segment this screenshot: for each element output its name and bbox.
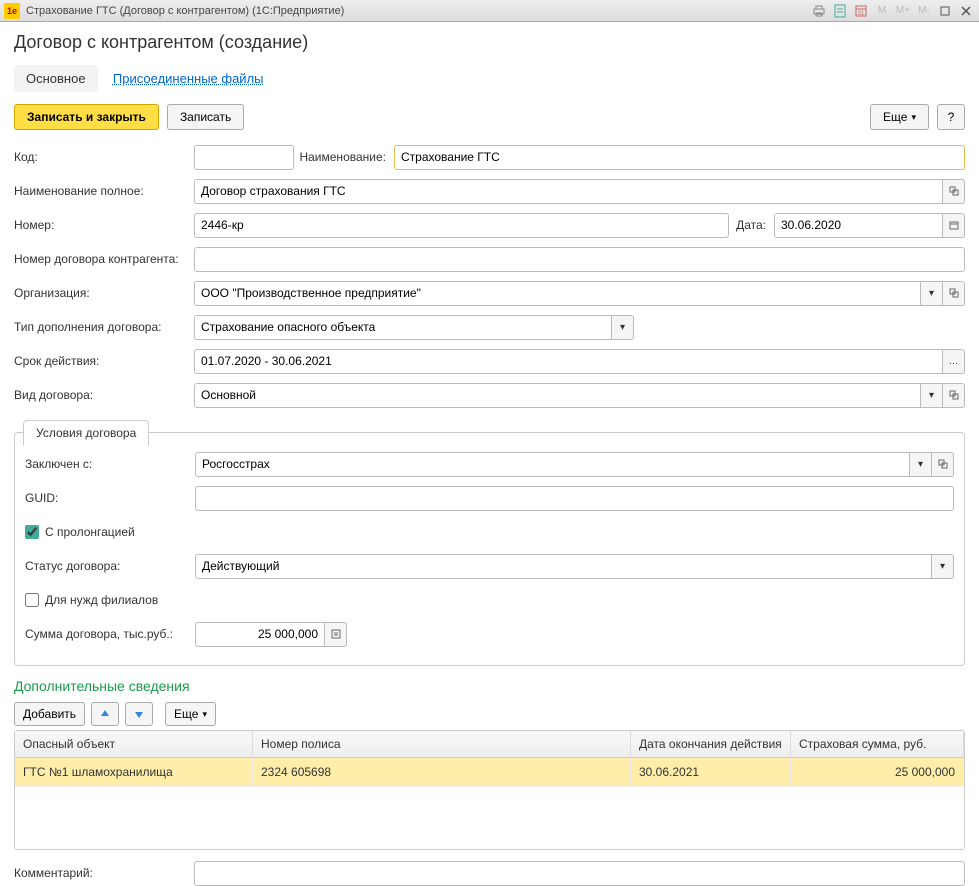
- ellipsis-icon[interactable]: …: [943, 349, 965, 374]
- main-toolbar: Записать и закрыть Записать Еще▾ ?: [14, 104, 965, 130]
- nav-tabs: Основное Присоединенные файлы: [14, 65, 965, 92]
- branches-label: Для нужд филиалов: [45, 593, 158, 607]
- conditions-tab-panel: Условия договора Заключен с: ▾ GUID: С п…: [14, 432, 965, 666]
- conditions-tab-header[interactable]: Условия договора: [23, 420, 149, 446]
- grid-header: Опасный объект Номер полиса Дата окончан…: [15, 731, 964, 758]
- contract-kind-label: Вид договора:: [14, 388, 194, 402]
- sum-label: Сумма договора, тыс.руб.:: [25, 627, 195, 641]
- more-button[interactable]: Еще▾: [870, 104, 929, 130]
- col-policy[interactable]: Номер полиса: [253, 731, 631, 757]
- code-input[interactable]: [194, 145, 294, 170]
- number-input[interactable]: [194, 213, 729, 238]
- name-label: Наименование:: [294, 150, 394, 164]
- guid-input[interactable]: [195, 486, 954, 511]
- chevron-down-icon: ▾: [202, 709, 207, 720]
- number-label: Номер:: [14, 218, 194, 232]
- org-input[interactable]: [194, 281, 921, 306]
- prolongation-label: С пролонгацией: [45, 525, 135, 539]
- cell-policy: 2324 605698: [253, 758, 631, 786]
- print-icon[interactable]: [810, 3, 828, 19]
- help-button[interactable]: ?: [937, 104, 965, 130]
- status-label: Статус договора:: [25, 559, 195, 573]
- open-icon[interactable]: [943, 179, 965, 204]
- chevron-down-icon: ▾: [911, 112, 916, 123]
- contract-kind-input[interactable]: [194, 383, 921, 408]
- tab-attached-files[interactable]: Присоединенные файлы: [101, 65, 276, 92]
- org-label: Организация:: [14, 286, 194, 300]
- open-icon[interactable]: [943, 281, 965, 306]
- window-titlebar: 1e Страхование ГТС (Договор с контрагент…: [0, 0, 979, 22]
- col-expiry[interactable]: Дата окончания действия: [631, 731, 791, 757]
- validity-input[interactable]: [194, 349, 943, 374]
- calendar-picker-icon[interactable]: [943, 213, 965, 238]
- sum-input[interactable]: [195, 622, 325, 647]
- comment-label: Комментарий:: [14, 866, 194, 880]
- table-row[interactable]: ГТС №1 шламохранилища 2324 605698 30.06.…: [15, 758, 964, 787]
- counterparty-number-input[interactable]: [194, 247, 965, 272]
- more-grid-button[interactable]: Еще▾: [165, 702, 216, 726]
- open-icon[interactable]: [932, 452, 954, 477]
- full-name-input[interactable]: [194, 179, 943, 204]
- move-up-button[interactable]: [91, 702, 119, 726]
- save-button[interactable]: Записать: [167, 104, 244, 130]
- col-sum[interactable]: Страховая сумма, руб.: [791, 731, 964, 757]
- open-icon[interactable]: [943, 383, 965, 408]
- cell-expiry: 30.06.2021: [631, 758, 791, 786]
- maximize-icon[interactable]: [936, 3, 954, 19]
- prolongation-checkbox[interactable]: [25, 525, 39, 539]
- tab-main[interactable]: Основное: [14, 65, 98, 92]
- memory-plus-icon[interactable]: M+: [894, 3, 912, 19]
- status-input[interactable]: [195, 554, 932, 579]
- addition-type-input[interactable]: [194, 315, 612, 340]
- calendar-icon[interactable]: 31: [852, 3, 870, 19]
- dropdown-icon[interactable]: ▾: [921, 281, 943, 306]
- additional-section-title: Дополнительные сведения: [14, 678, 965, 694]
- date-label: Дата:: [729, 218, 774, 232]
- page-title: Договор с контрагентом (создание): [14, 32, 965, 53]
- save-and-close-button[interactable]: Записать и закрыть: [14, 104, 159, 130]
- guid-label: GUID:: [25, 491, 195, 505]
- dropdown-icon[interactable]: ▾: [932, 554, 954, 579]
- additional-toolbar: Добавить Еще▾: [14, 702, 965, 726]
- window-title: Страхование ГТС (Договор с контрагентом)…: [26, 5, 810, 17]
- close-icon[interactable]: [957, 3, 975, 19]
- concluded-label: Заключен с:: [25, 457, 195, 471]
- dropdown-icon[interactable]: ▾: [910, 452, 932, 477]
- memory-minus-icon[interactable]: M-: [915, 3, 933, 19]
- additional-grid: Опасный объект Номер полиса Дата окончан…: [14, 730, 965, 850]
- full-name-label: Наименование полное:: [14, 184, 194, 198]
- svg-text:31: 31: [858, 11, 865, 17]
- code-label: Код:: [14, 150, 194, 164]
- dropdown-icon[interactable]: ▾: [612, 315, 634, 340]
- addition-type-label: Тип дополнения договора:: [14, 320, 194, 334]
- calc-icon[interactable]: [831, 3, 849, 19]
- col-object[interactable]: Опасный объект: [15, 731, 253, 757]
- memory-m-icon[interactable]: M: [873, 3, 891, 19]
- move-down-button[interactable]: [125, 702, 153, 726]
- date-input[interactable]: [774, 213, 943, 238]
- counterparty-number-label: Номер договора контрагента:: [14, 252, 194, 266]
- name-input[interactable]: [394, 145, 965, 170]
- add-button[interactable]: Добавить: [14, 702, 85, 726]
- concluded-input[interactable]: [195, 452, 910, 477]
- branches-checkbox[interactable]: [25, 593, 39, 607]
- calc-button-icon[interactable]: [325, 622, 347, 647]
- dropdown-icon[interactable]: ▾: [921, 383, 943, 408]
- cell-object: ГТС №1 шламохранилища: [15, 758, 253, 786]
- comment-input[interactable]: [194, 861, 965, 886]
- grid-body: ГТС №1 шламохранилища 2324 605698 30.06.…: [15, 758, 964, 849]
- app-icon: 1e: [4, 3, 20, 19]
- validity-label: Срок действия:: [14, 354, 194, 368]
- cell-sum: 25 000,000: [791, 758, 964, 786]
